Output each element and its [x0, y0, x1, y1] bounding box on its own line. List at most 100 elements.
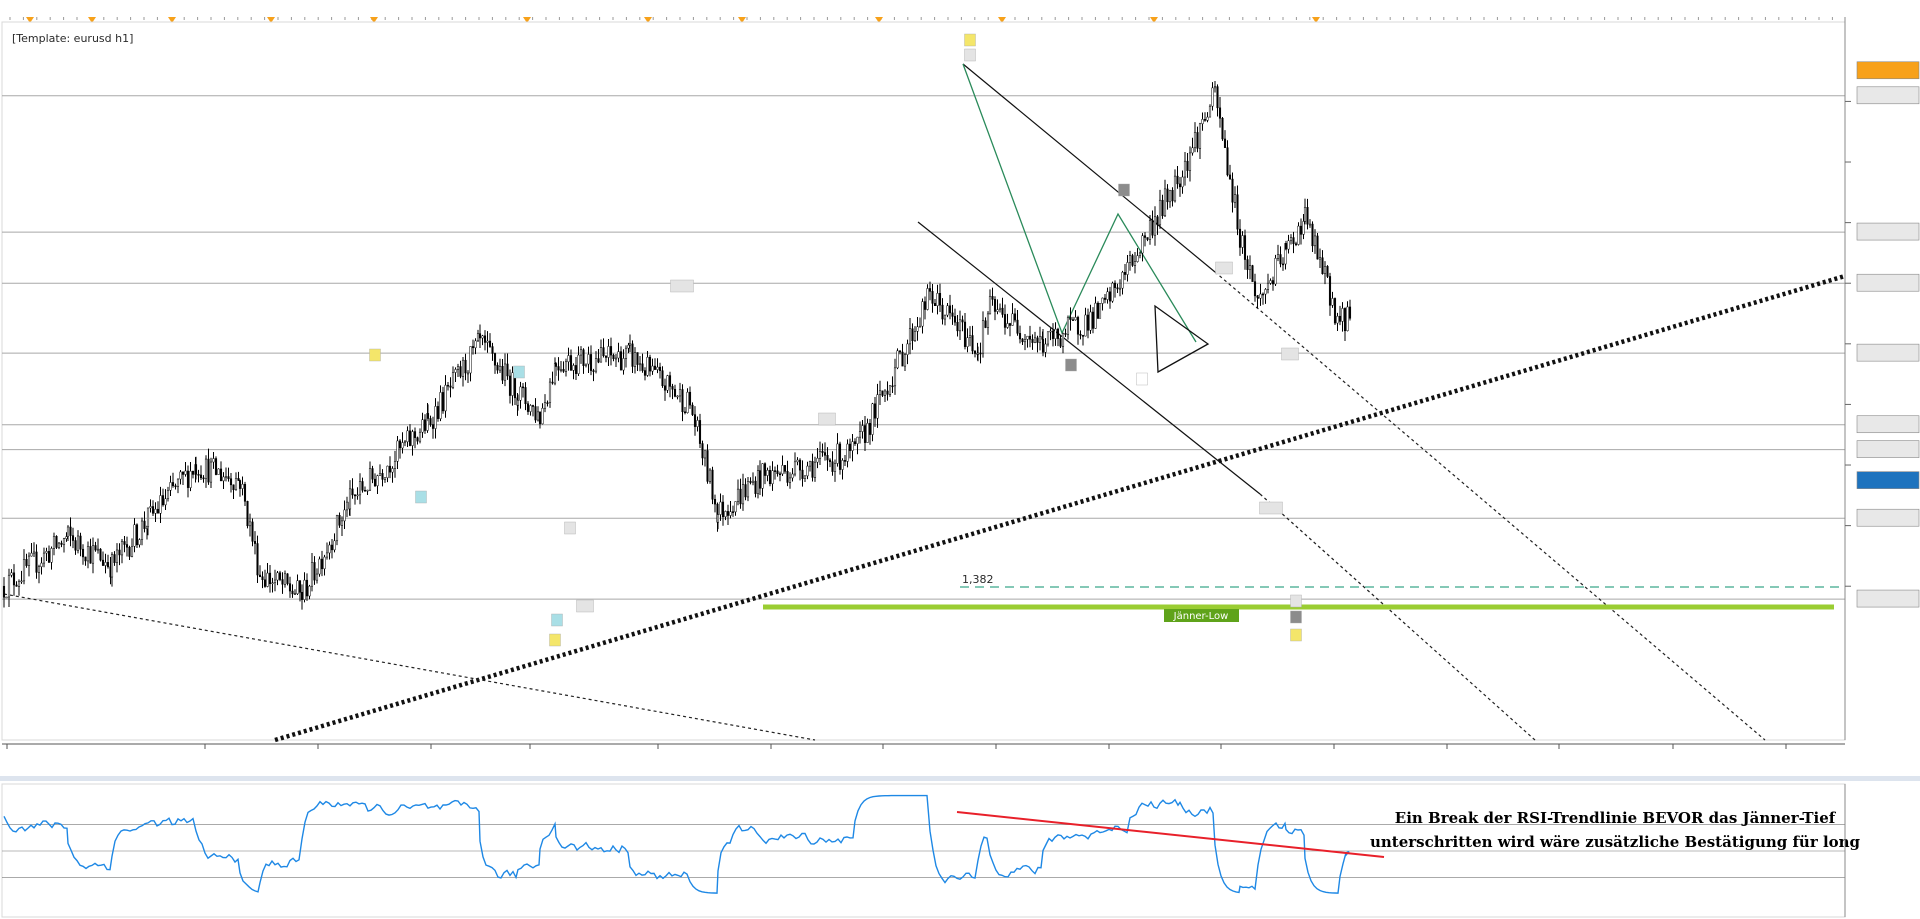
- candle-body: [91, 545, 95, 564]
- candle-body: [923, 301, 927, 310]
- candle-body: [1191, 147, 1194, 154]
- wave-label-bg: [1259, 501, 1283, 515]
- candle-body: [708, 469, 712, 482]
- candle-body: [288, 583, 292, 592]
- candle-body: [202, 477, 205, 480]
- candle-body: [271, 582, 274, 585]
- candle-body: [1151, 220, 1154, 236]
- price-chart[interactable]: [Template: eurusd h1] 1,382 Jänner-Low E…: [0, 0, 1920, 919]
- candle-body: [796, 459, 799, 463]
- candle-body: [641, 363, 644, 371]
- candle-body: [1211, 87, 1214, 107]
- candle-body: [1016, 319, 1019, 334]
- candle-body: [988, 296, 992, 315]
- candle-body: [1171, 190, 1174, 202]
- candle-body: [12, 572, 16, 586]
- candle-body: [1108, 291, 1112, 302]
- wave-label-bg: [670, 279, 694, 293]
- candle-body: [69, 526, 72, 536]
- candle-body: [866, 422, 869, 443]
- candle-body: [386, 465, 389, 479]
- candle-body: [320, 558, 324, 570]
- candle-body: [1226, 147, 1229, 176]
- candle-body: [1046, 331, 1050, 345]
- jaenner-low-label: Jänner-Low: [1173, 611, 1229, 622]
- candle-body: [338, 514, 341, 526]
- candle-body: [106, 562, 110, 568]
- wave-label-bg: [1065, 358, 1077, 372]
- candle-body: [258, 574, 262, 577]
- candle-body: [624, 347, 628, 359]
- candle-body: [1274, 258, 1277, 285]
- candle-body: [416, 437, 419, 442]
- candle-body: [488, 340, 492, 347]
- wave-label-bg: [964, 48, 976, 62]
- candle-body: [333, 540, 336, 551]
- candle-body: [711, 469, 714, 500]
- candle-body: [868, 422, 872, 435]
- candle-body: [681, 389, 684, 413]
- candle-body: [612, 354, 615, 359]
- candle-body: [683, 411, 687, 414]
- candle-body: [599, 347, 603, 363]
- candle-body: [1069, 317, 1072, 320]
- candle-body: [25, 559, 28, 566]
- candle-body: [45, 551, 48, 554]
- panel-divider[interactable]: [0, 776, 1920, 781]
- candle-body: [617, 351, 620, 359]
- candle-body: [22, 559, 26, 582]
- candle-body: [538, 411, 542, 425]
- candle-body: [557, 366, 560, 371]
- candle-body: [1101, 297, 1104, 304]
- candle-body: [572, 365, 575, 371]
- candle-body: [536, 411, 540, 421]
- wave-label-bg: [1118, 183, 1130, 197]
- candle-body: [1289, 237, 1293, 242]
- candle-body: [1161, 199, 1164, 217]
- candle-body: [1146, 237, 1149, 240]
- candle-body: [303, 579, 306, 600]
- candle-body: [353, 494, 357, 497]
- candle-body: [562, 369, 565, 372]
- candle-body: [363, 489, 367, 492]
- candle-body: [99, 548, 102, 561]
- candle-body: [1131, 255, 1134, 266]
- candle-body: [381, 473, 384, 480]
- candle-body: [151, 506, 155, 514]
- candle-body: [1193, 132, 1197, 149]
- candle-body: [1059, 338, 1062, 347]
- candle-body: [951, 312, 954, 317]
- candle-body: [1266, 282, 1270, 290]
- candle-body: [383, 477, 387, 480]
- candle-body: [436, 406, 440, 419]
- candle-body: [1221, 118, 1224, 140]
- candle-body: [771, 470, 774, 485]
- candle-body: [574, 365, 578, 374]
- candle-body: [673, 388, 677, 397]
- candle-body: [931, 291, 934, 304]
- candle-body: [1006, 323, 1009, 328]
- candle-body: [998, 307, 1002, 310]
- candle-body: [696, 420, 699, 427]
- candle-body: [248, 521, 252, 527]
- candle-body: [739, 488, 742, 505]
- candle-body: [1243, 235, 1247, 260]
- candle-body: [1066, 317, 1070, 335]
- candle-body: [1338, 315, 1342, 322]
- candle-body: [893, 367, 897, 387]
- candle-body: [181, 471, 185, 475]
- candle-body: [543, 402, 547, 409]
- candle-body: [1096, 302, 1100, 319]
- candle-body: [569, 355, 573, 371]
- candle-body: [1241, 235, 1244, 248]
- candle-body: [736, 488, 740, 502]
- candle-body: [232, 484, 235, 491]
- candle-body: [110, 554, 114, 578]
- candle-body: [446, 384, 450, 387]
- candle-body: [454, 369, 457, 373]
- candle-body: [1136, 255, 1139, 262]
- candle-body: [731, 511, 735, 513]
- candle-body: [766, 470, 769, 476]
- candle-body: [958, 319, 962, 332]
- main-plot-area[interactable]: [1, 21, 1846, 741]
